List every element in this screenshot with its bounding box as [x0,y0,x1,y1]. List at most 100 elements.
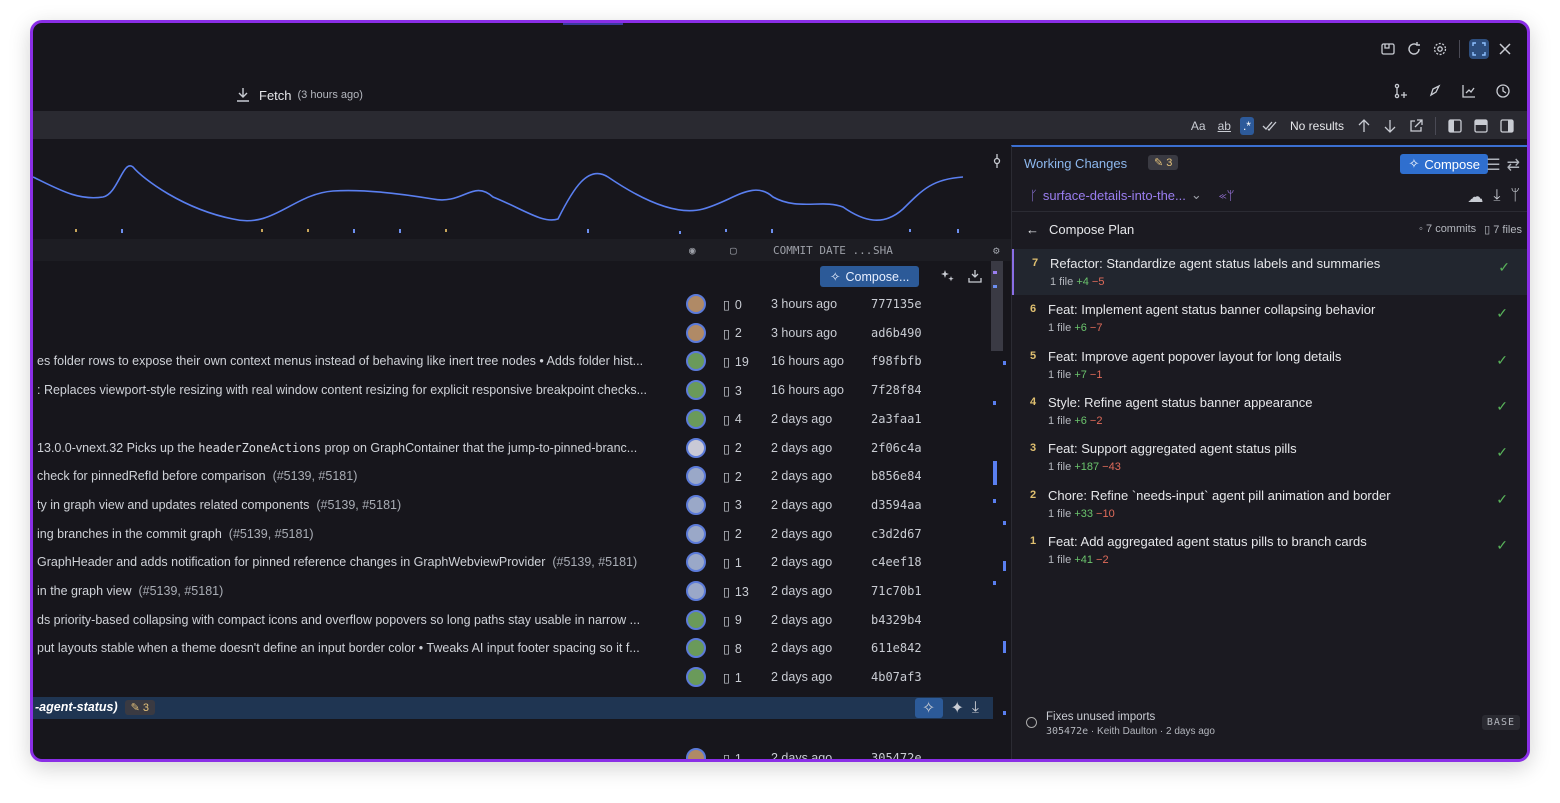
branch-icon: ᚴ [1030,187,1038,203]
arrow-up-icon[interactable] [1354,116,1374,136]
author-column-icon[interactable]: ◉ [689,244,696,257]
avatar [686,609,706,630]
commit-sha[interactable]: f98fbfb [871,354,922,368]
sparkle-icon[interactable]: ✦ [951,698,964,718]
file-count: ▯ 3 [723,383,742,399]
table-row[interactable]: ing branches in the commit graph (#5139,… [33,520,1011,549]
commit-sha[interactable]: b856e84 [871,469,922,483]
table-row[interactable]: check for pinnedRefId before comparison … [33,462,1011,491]
file-icon: ▯ [723,412,730,427]
file-count: ▯ 8 [723,641,742,657]
column-settings-icon[interactable]: ⚙ [993,244,1000,257]
open-external-icon[interactable] [1406,116,1426,136]
commit-sha[interactable]: 777135e [871,297,922,311]
branch-add-icon[interactable] [1391,81,1411,101]
plan-item[interactable]: 5 Feat: Improve agent popover layout for … [1012,342,1527,388]
compose-panel-button[interactable]: ✧ Compose [1400,154,1488,174]
plan-item[interactable]: 1 Feat: Add aggregated agent status pills… [1012,527,1527,573]
sparkle-icon[interactable] [938,266,958,286]
table-row[interactable]: ds priority-based collapsing with compac… [33,606,1011,635]
plan-meta: ◦ 7 commits ▯ 7 files [1419,223,1522,236]
chart-icon[interactable] [1459,81,1479,101]
layout-left-icon[interactable] [1445,116,1465,136]
list-icon[interactable]: ☰ [1486,155,1500,175]
stash-icon[interactable] [965,266,985,286]
table-row[interactable]: es folder rows to expose their own conte… [33,347,1011,376]
commit-sha[interactable]: 4b07af3 [871,670,922,684]
commit-sha[interactable]: 2a3faa1 [871,412,922,426]
regex-toggle[interactable]: .* [1239,117,1254,135]
plan-item-number: 4 [1030,395,1037,408]
panel-icon[interactable] [1378,39,1398,59]
commit-date: 2 days ago [771,751,833,762]
rocket-icon[interactable] [1425,81,1445,101]
commit-sha[interactable]: 611e842 [871,641,922,655]
commit-sha[interactable]: 7f28f84 [871,383,922,397]
commit-sha[interactable]: c3d2d67 [871,527,922,541]
maximize-icon[interactable] [1469,39,1489,59]
commit-date: 16 hours ago [771,354,844,369]
pull-icon[interactable]: ⤓ [1493,187,1500,207]
plan-item[interactable]: 7 Refactor: Standardize agent status labe… [1012,249,1527,295]
compose-wand-button[interactable]: ✧ [914,698,943,718]
commit-sha[interactable]: 2f06c4a [871,441,922,455]
commit-sha[interactable]: c4eef18 [871,555,922,569]
commit-sha[interactable]: b4329b4 [871,613,922,627]
plan-item[interactable]: 2 Chore: Refine `needs-input` agent pill … [1012,481,1527,527]
close-icon[interactable] [1495,39,1515,59]
check-all-icon[interactable] [1260,116,1280,136]
stash-icon[interactable]: ⤓ [972,699,979,717]
scroll-minimap[interactable] [991,261,1009,721]
pin-icon[interactable] [987,151,1007,171]
table-row[interactable]: ▯ 1 2 days ago 4b07af3 [33,663,1011,692]
gear-icon[interactable] [1430,39,1450,59]
avatar [686,638,706,659]
avatar [686,748,706,759]
compose-row: ✧ Compose... [33,261,1011,290]
table-row[interactable]: ▯ 1 2 days ago 305472e [33,744,1011,762]
commit-sha[interactable]: 305472e [871,751,922,759]
avatar [686,523,706,544]
match-case-toggle[interactable]: Aa [1188,117,1209,135]
arrow-down-icon[interactable] [1380,116,1400,136]
table-row[interactable]: put layouts stable when a theme doesn't … [33,634,1011,663]
compose-button[interactable]: ✧ Compose... [820,266,920,287]
panel-header-actions: ☰ ⇄ [1486,155,1520,175]
layout-right-icon[interactable] [1497,116,1517,136]
commit-date-column[interactable]: COMMIT DATE ... [773,244,872,257]
plan-item[interactable]: 6 Feat: Implement agent status banner col… [1012,295,1527,341]
table-row[interactable]: GraphHeader and adds notification for pi… [33,548,1011,577]
agent-icon[interactable]: ≪ᛘ [1219,188,1235,203]
history-icon[interactable] [1493,81,1513,101]
commit-sha[interactable]: d3594aa [871,498,922,512]
search-bar: Aa ab .* No results [33,111,1527,139]
table-row[interactable]: in the graph view (#5139, #5181) ▯ 13 2 day… [33,577,1011,606]
cloud-upload-icon[interactable]: ☁ [1467,187,1483,207]
plan-item[interactable]: 3 Feat: Support aggregated agent status p… [1012,434,1527,480]
commit-message: put layouts stable when a theme doesn't … [37,641,640,656]
table-row[interactable]: ▯ 2 3 hours ago ad6b490 [33,319,1011,348]
commit-sha[interactable]: ad6b490 [871,326,922,340]
fetch-button[interactable]: Fetch (3 hours ago) [233,85,363,105]
table-row[interactable]: ▯ 4 2 days ago 2a3faa1 [33,405,1011,434]
file-count: ▯ 2 [723,527,742,542]
match-word-toggle[interactable]: ab [1215,117,1234,135]
table-row[interactable]: 13.0.0-vnext.32 Picks up the headerZoneA… [33,434,1011,463]
sha-column[interactable]: SHA [873,244,893,257]
table-row[interactable]: ty in graph view and updates related com… [33,491,1011,520]
table-row[interactable]: : Replaces viewport-style resizing with … [33,376,1011,405]
commit-sha[interactable]: 71c70b1 [871,584,922,598]
files-column-icon[interactable]: ▢ [730,244,737,257]
layout-top-icon[interactable] [1471,116,1491,136]
base-commit[interactable]: Fixes unused imports 305472e · Keith Dau… [1012,707,1527,747]
back-button[interactable]: ← Compose Plan [1026,222,1134,237]
app-window: Fetch (3 hours ago) Aa ab .* No results [30,20,1530,762]
branch-selector[interactable]: ᚴ surface-details-into-the... ⌄ ≪ᛘ [1030,187,1234,203]
plan-item[interactable]: 4 Style: Refine agent status banner appea… [1012,388,1527,434]
refresh-icon[interactable] [1404,39,1424,59]
merge-icon[interactable]: ᛘ [1510,187,1520,207]
commit-message: 13.0.0-vnext.32 Picks up the headerZoneA… [37,440,638,455]
compare-icon[interactable]: ⇄ [1507,155,1520,175]
table-row[interactable]: ▯ 0 3 hours ago 777135e [33,290,1011,319]
wip-row[interactable]: -agent-status) ✎ 3 ✧ ✦ ⤓ [33,697,993,719]
